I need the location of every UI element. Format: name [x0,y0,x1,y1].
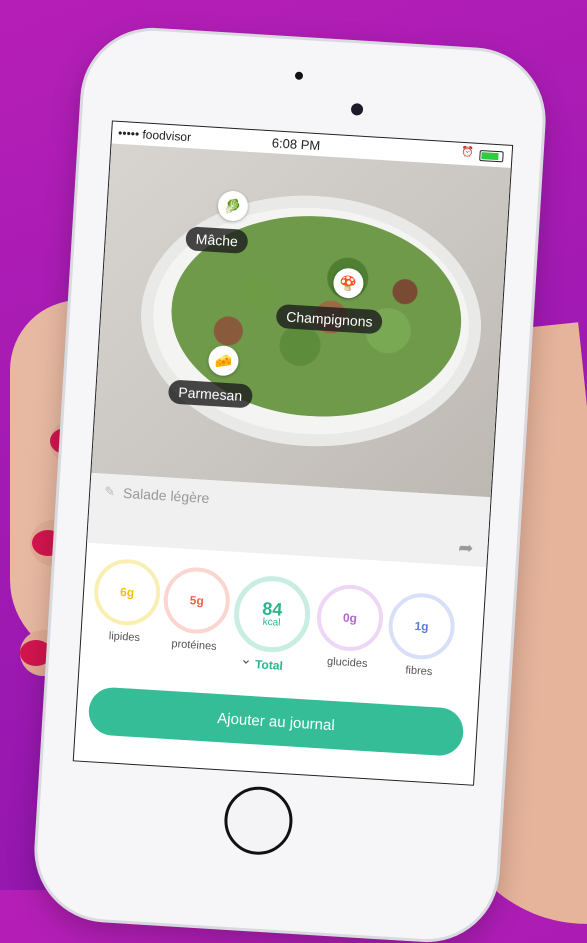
ring-unit: kcal [262,616,281,629]
meal-photo: 🥬 Mâche 🍄 Champignons 🧀 Parmesan [91,143,511,498]
nutrient-glucides[interactable]: 0g glucides [312,582,387,671]
nutrient-fibres[interactable]: 1g fibres [384,591,459,679]
status-time: 6:08 PM [271,135,321,154]
nail [20,640,52,666]
nutrient-summary: 6g lipides 5g protéines 84 kcal Total 0g… [79,543,487,707]
ring-value: 0g [342,610,358,626]
pencil-icon: ✎ [103,483,116,500]
nutrient-lipides[interactable]: 6g lipides [89,557,164,645]
nutrient-label: lipides [108,630,141,645]
phone: ••••• foodvisor 6:08 PM ⏰ 🥬 Mâche 🍄 Cham… [33,26,547,943]
ring-total: 84 kcal [231,573,313,655]
alarm-icon: ⏰ [460,146,474,159]
food-tag-parmesan[interactable]: Parmesan [167,379,253,409]
chevron-down-icon[interactable]: ⌄ [240,650,253,668]
food-tag-mache[interactable]: Mâche [185,226,249,254]
ring-value: 6g [119,584,135,600]
share-icon[interactable]: ➦ [458,537,474,559]
ring-lipides: 6g [92,557,163,628]
ring-proteines: 5g [161,565,232,636]
ring-value: 1g [414,618,430,634]
nutrient-proteines[interactable]: 5g protéines [159,565,234,653]
meal-name-text: Salade légère [122,484,210,507]
nutrient-label: fibres [405,664,433,679]
carrier-label: ••••• foodvisor [117,125,192,145]
screen: ••••• foodvisor 6:08 PM ⏰ 🥬 Mâche 🍄 Cham… [72,120,514,786]
ring-fibres: 1g [386,591,457,662]
home-button[interactable] [222,784,295,857]
speaker [294,71,304,81]
nutrient-label: protéines [171,638,217,653]
ring-value: 5g [189,593,205,608]
front-camera [350,103,364,116]
ring-glucides: 0g [315,582,385,653]
nutrient-label: glucides [326,655,368,671]
battery-icon [479,149,504,163]
